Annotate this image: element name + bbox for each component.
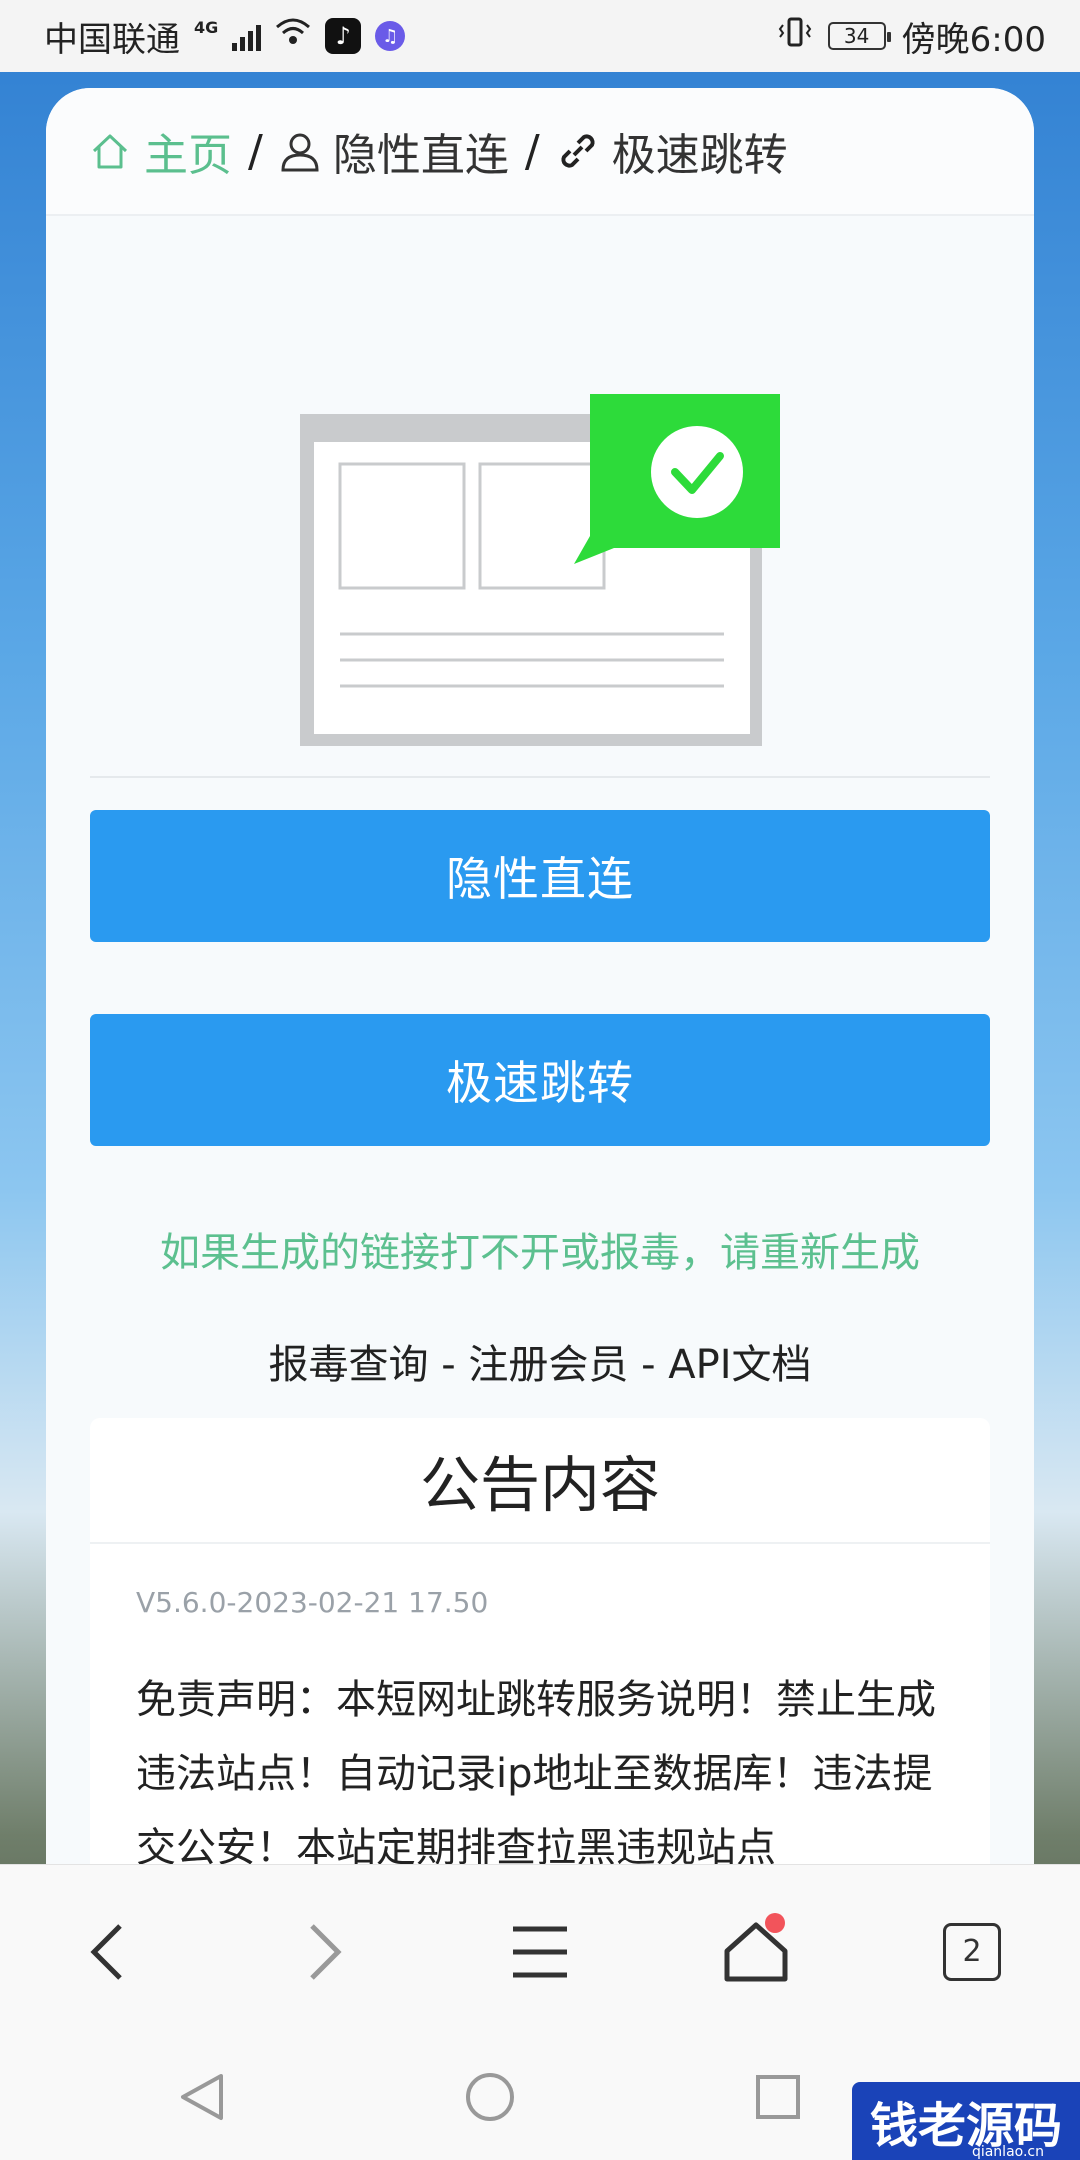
signal-icon xyxy=(232,21,262,51)
battery-icon: 34 xyxy=(827,22,891,50)
notification-dot xyxy=(765,1912,785,1933)
breadcrumb-home[interactable]: 主页 xyxy=(90,119,232,183)
carrier-label: 中国联通 xyxy=(44,19,180,60)
vibrate-icon xyxy=(778,16,812,56)
nav-recents-button[interactable] xyxy=(755,2074,801,2124)
status-bar: 中国联通 4G ♪ ♫ 34 傍晚6:00 xyxy=(0,0,1080,72)
menu-icon xyxy=(513,1926,567,1977)
announcement-body: 免责声明：本短网址跳转服务说明！禁止生成违法站点！自动记录ip地址至数据库！违法… xyxy=(136,1677,936,1868)
regenerate-notice: 如果生成的链接打不开或报毒，请重新生成 xyxy=(160,1230,920,1276)
watermark-url: qianlao.cn xyxy=(971,2144,1044,2160)
watermark-logo: 钱老源码 xyxy=(852,2082,1080,2160)
triangle-back-icon xyxy=(181,2074,224,2120)
tabs-button[interactable]: 2 xyxy=(927,1907,1017,1997)
back-button[interactable] xyxy=(63,1907,153,1997)
announcement-panel: 公告内容 V5.6.0-2023-02-21 17.50 免责声明：本短网址跳转… xyxy=(90,1418,990,1868)
main-card: 主页 / 隐性直连 / 极速跳转 隐性直连 极速跳转 如果生成的链接打不开或报毒… xyxy=(46,88,1034,1868)
hidden-direct-button[interactable]: 隐性直连 xyxy=(90,810,990,942)
breadcrumb-item-fast[interactable]: 极速跳转 xyxy=(556,119,788,183)
breadcrumb-separator: / xyxy=(524,125,540,177)
wifi-icon xyxy=(275,16,311,56)
user-icon xyxy=(281,133,319,172)
breadcrumb-separator: / xyxy=(248,125,263,177)
tab-count-badge: 2 xyxy=(943,1922,1001,1981)
link-separator: - xyxy=(428,1342,469,1388)
fast-jump-button[interactable]: 极速跳转 xyxy=(90,1014,990,1146)
home-icon xyxy=(92,134,128,169)
menu-button[interactable] xyxy=(495,1907,585,1997)
square-recents-icon xyxy=(755,2075,800,2119)
nav-home-button[interactable] xyxy=(464,2071,516,2127)
api-docs-link[interactable]: API文档 xyxy=(668,1342,811,1388)
circle-home-icon xyxy=(465,2073,514,2121)
divider xyxy=(90,776,990,778)
breadcrumb-home-label: 主页 xyxy=(144,130,232,181)
browser-toolbar: 2 xyxy=(0,1864,1080,2038)
breadcrumb-item-label: 极速跳转 xyxy=(611,130,788,181)
music-icon: ♫ xyxy=(375,21,406,51)
home-button[interactable] xyxy=(711,1907,801,1997)
nav-back-button[interactable] xyxy=(179,2072,225,2126)
footer-links: 报毒查询 - 注册会员 - API文档 xyxy=(46,1332,1034,1390)
link-icon xyxy=(561,134,595,168)
breadcrumb-item-label: 隐性直连 xyxy=(332,130,509,181)
forward-button[interactable] xyxy=(279,1907,369,1997)
breadcrumb-item-hidden[interactable]: 隐性直连 xyxy=(279,119,509,183)
browser-check-illustration xyxy=(300,394,780,746)
tiktok-icon: ♪ xyxy=(325,18,362,54)
link-separator: - xyxy=(628,1342,669,1388)
chevron-left-icon xyxy=(90,1923,122,1980)
announcement-title: 公告内容 xyxy=(90,1418,990,1544)
breadcrumb: 主页 / 隐性直连 / 极速跳转 xyxy=(46,88,1034,216)
virus-check-link[interactable]: 报毒查询 xyxy=(268,1342,428,1388)
clock: 傍晚6:00 xyxy=(901,19,1046,60)
announcement-version: V5.6.0-2023-02-21 17.50 xyxy=(136,1586,489,1619)
network-type: 4G xyxy=(194,17,219,37)
register-link[interactable]: 注册会员 xyxy=(468,1342,628,1388)
chevron-right-icon xyxy=(310,1923,342,1980)
